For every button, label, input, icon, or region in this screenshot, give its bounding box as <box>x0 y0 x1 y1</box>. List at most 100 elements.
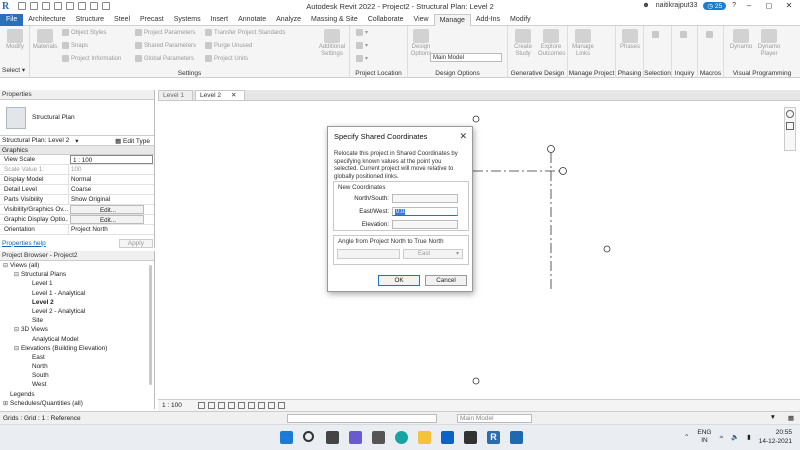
purge-unused-button[interactable]: Purge Unused <box>205 42 252 49</box>
browser-item[interactable]: ⊟ Elevations (Building Elevation) <box>0 344 154 353</box>
grid-bubble-right[interactable] <box>559 167 567 175</box>
tab-level-2[interactable]: Level 2 ✕ <box>194 90 246 100</box>
filter-icon[interactable]: ▼ <box>770 414 776 421</box>
property-row[interactable]: Visibility/Graphics Ov... Edit... <box>0 205 154 215</box>
property-row[interactable]: Parts Visibility Show Original <box>0 195 154 205</box>
file-explorer-icon[interactable] <box>418 431 431 444</box>
tab-collaborate[interactable]: Collaborate <box>363 14 409 26</box>
cancel-button[interactable]: Cancel <box>425 275 467 286</box>
property-row[interactable]: Display Model Normal <box>0 175 154 185</box>
clock[interactable]: 20:55 14-12-2021 <box>759 428 792 446</box>
lock-view-icon[interactable] <box>257 402 265 409</box>
temporary-hide-icon[interactable] <box>267 402 275 409</box>
global-parameters-button[interactable]: Global Parameters <box>135 55 194 62</box>
detail-level-icon[interactable] <box>197 402 205 409</box>
tab-modify[interactable]: Modify <box>505 14 536 26</box>
close-window-button[interactable]: ✕ <box>782 1 796 10</box>
manage-links-button[interactable]: Manage Links <box>570 29 596 58</box>
dynamo-button[interactable]: Dynamo <box>728 29 754 51</box>
property-value[interactable]: Normal <box>68 175 154 184</box>
shadows-icon[interactable] <box>227 402 235 409</box>
browser-item[interactable]: ⊟ Structural Plans <box>0 270 154 279</box>
revit-taskbar-icon[interactable]: R <box>487 431 500 444</box>
close-tab-icon[interactable]: ✕ <box>231 91 236 100</box>
property-row[interactable]: Detail Level Coarse <box>0 185 154 195</box>
tab-insert[interactable]: Insert <box>206 14 234 26</box>
snaps-button[interactable]: Snaps <box>62 42 88 49</box>
project-units-button[interactable]: Project Units <box>205 55 248 62</box>
browser-item[interactable]: ⊞ Schedules/Quantities (all) <box>0 399 154 408</box>
property-value[interactable]: 100 <box>68 165 154 174</box>
materials-button[interactable]: Materials <box>32 29 58 51</box>
tab-annotate[interactable]: Annotate <box>233 14 271 26</box>
tab-analyze[interactable]: Analyze <box>271 14 306 26</box>
notification-badge[interactable]: ◷ 25 <box>703 1 727 10</box>
phases-button[interactable]: Phases <box>617 29 643 51</box>
redo-icon[interactable] <box>54 2 62 10</box>
additional-settings-button[interactable]: Additional Settings <box>315 29 349 58</box>
widgets-icon[interactable] <box>349 431 362 444</box>
browser-item[interactable]: Legends <box>0 390 154 399</box>
photos-icon[interactable] <box>510 431 523 444</box>
crop-view-icon[interactable] <box>237 402 245 409</box>
browser-item[interactable]: Level 1 <box>0 279 154 288</box>
property-value[interactable]: 1 : 100 <box>70 155 153 164</box>
steering-wheel-icon[interactable] <box>786 110 794 118</box>
dialog-close-icon[interactable]: ✕ <box>459 131 467 142</box>
show-crop-region-icon[interactable] <box>247 402 255 409</box>
text-icon[interactable] <box>90 2 98 10</box>
tab-structure[interactable]: Structure <box>71 14 109 26</box>
tab-add-ins[interactable]: Add-Ins <box>471 14 505 26</box>
tab-manage[interactable]: Manage <box>433 13 471 26</box>
ok-button[interactable]: OK <box>378 275 420 286</box>
browser-item[interactable]: Level 2 <box>0 298 154 307</box>
zoom-icon[interactable] <box>786 122 794 130</box>
active-design-option-select[interactable]: Main Model <box>430 53 502 62</box>
measure-icon[interactable] <box>78 2 86 10</box>
macros-icon[interactable] <box>706 31 713 38</box>
tab-steel[interactable]: Steel <box>109 14 135 26</box>
tab-file[interactable]: File <box>0 13 24 26</box>
dynamo-player-button[interactable]: Dynamo Player <box>756 29 782 58</box>
battery-icon[interactable]: ▮ <box>747 433 751 441</box>
search-icon[interactable] <box>303 431 314 442</box>
instance-selector[interactable]: Structural Plan: Level 2 ▾ ▦ Edit Type <box>0 136 154 146</box>
property-row[interactable]: Scale Value 1: 100 <box>0 165 154 175</box>
browser-item[interactable]: East <box>0 353 154 362</box>
3d-view-icon[interactable] <box>102 2 110 10</box>
drawing-canvas[interactable] <box>158 101 800 399</box>
tab-level-1[interactable]: Level 1 <box>158 90 193 100</box>
project-information-button[interactable]: Project Information <box>62 55 121 62</box>
grid-bubble-top[interactable] <box>547 145 555 153</box>
property-row[interactable]: Orientation Project North <box>0 225 154 235</box>
browser-item[interactable]: West <box>0 380 154 389</box>
angle-field[interactable] <box>337 249 400 259</box>
edge-icon[interactable] <box>395 431 408 444</box>
active-model-field[interactable]: Main Model <box>457 414 532 423</box>
chevron-down-icon[interactable]: ▾ <box>75 137 78 145</box>
chat-icon[interactable] <box>372 431 385 444</box>
help-icon[interactable]: ? <box>732 2 736 9</box>
edit-type-button[interactable]: ▦ Edit Type <box>115 137 150 145</box>
sun-path-icon[interactable] <box>217 402 225 409</box>
property-value[interactable]: Show Original <box>68 195 154 204</box>
workset-box[interactable] <box>287 413 437 423</box>
north-south-field[interactable] <box>392 194 458 203</box>
shared-parameters-button[interactable]: Shared Parameters <box>135 42 196 49</box>
inquiry-icon[interactable] <box>680 31 687 38</box>
visual-style-icon[interactable] <box>207 402 215 409</box>
start-button-icon[interactable] <box>280 431 293 444</box>
transfer-project-standards-button[interactable]: Transfer Project Standards <box>205 29 285 36</box>
create-study-button[interactable]: Create Study <box>510 29 536 58</box>
project-parameters-button[interactable]: Project Parameters <box>135 29 195 36</box>
browser-item[interactable]: Level 2 - Analytical <box>0 307 154 316</box>
browser-item[interactable]: ⊟ Views (all) <box>0 261 154 270</box>
browser-item[interactable]: South <box>0 371 154 380</box>
open-icon[interactable] <box>18 2 26 10</box>
edit-button[interactable]: Edit... <box>70 215 144 224</box>
wifi-icon[interactable]: ≈ <box>720 434 724 441</box>
tab-view[interactable]: View <box>409 14 434 26</box>
browser-scrollbar[interactable] <box>149 265 152 385</box>
browser-item[interactable]: Level 1 - Analytical <box>0 289 154 298</box>
edit-button[interactable]: Edit... <box>70 205 144 214</box>
